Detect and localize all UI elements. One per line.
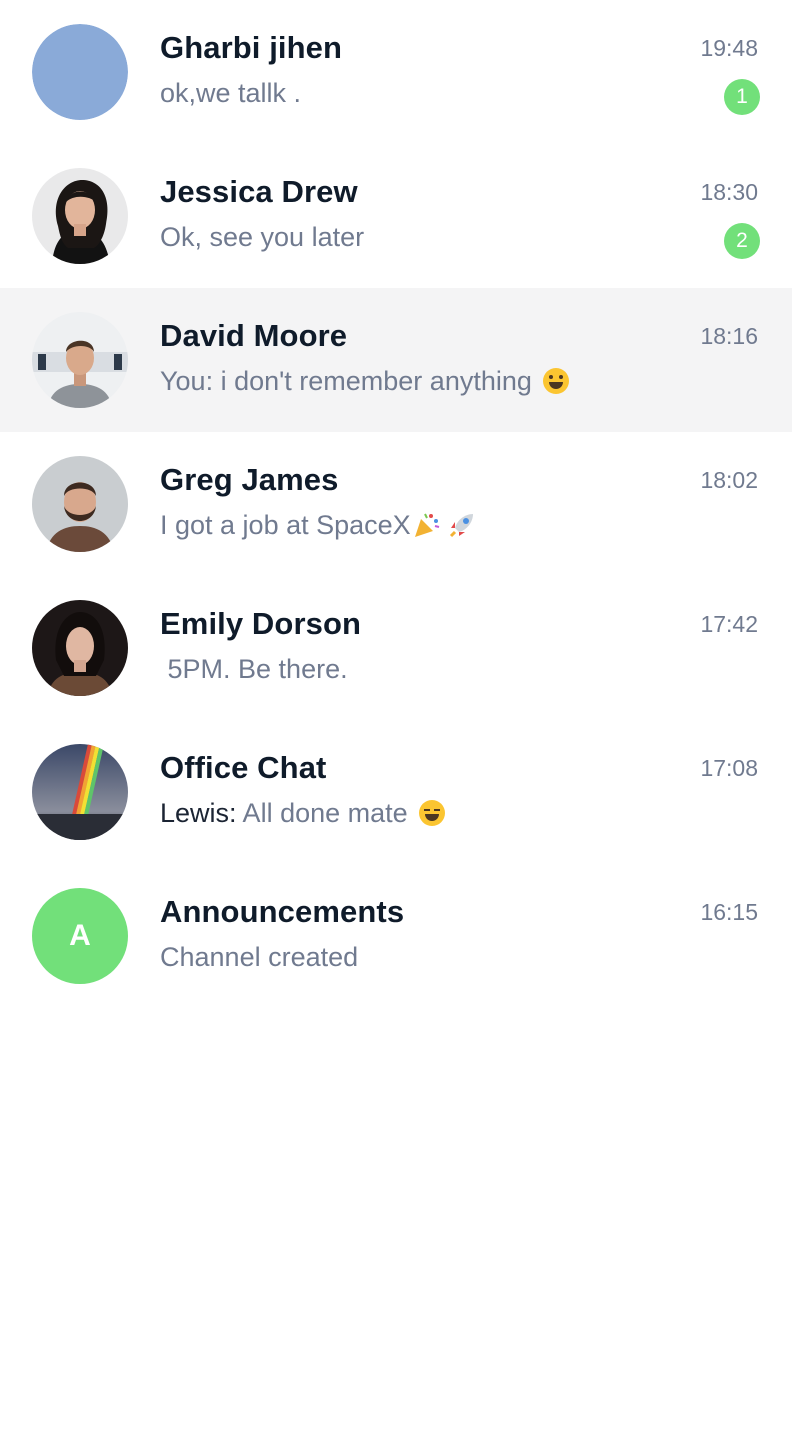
chat-name: David Moore [160,318,348,353]
chat-row-jessica-drew[interactable]: Jessica Drew Ok, see you later 18:30 2 [0,144,792,288]
chat-preview: You: i don't remember anything [160,366,570,397]
avatar: A [32,888,128,984]
chat-preview-text: All done mate [236,798,408,828]
chat-time: 18:16 [700,323,758,349]
person-photo-avatar-icon [32,168,128,264]
person-photo-avatar-icon [32,600,128,696]
avatar-letter: A [69,919,91,952]
chat-row-announcements[interactable]: A Announcements Channel created 16:15 [0,864,792,1008]
chat-preview: 5PM. Be there. [160,654,348,684]
chat-name: Emily Dorson [160,606,362,641]
chat-time: 17:42 [700,611,758,637]
chat-preview: Ok, see you later [160,222,365,252]
chat-time: 18:30 [700,179,758,205]
chat-preview-text: You: i don't remember anything [160,366,532,396]
chat-list: Gharbi jihen ok,we tallk . 19:48 1 Jessi… [0,0,792,1008]
chat-preview: Channel created [160,942,359,972]
unread-badge: 1 [724,79,760,115]
chat-time: 18:02 [700,467,758,493]
rocket-icon [441,510,477,540]
unread-badge: 2 [724,223,760,259]
chat-name: Announcements [160,894,405,929]
avatar [32,168,128,264]
chat-name: Jessica Drew [160,174,358,209]
chat-preview: I got a job at SpaceX [160,510,477,541]
chat-preview: Lewis: All done mate [160,798,446,829]
chat-row-office-chat[interactable]: Office Chat Lewis: All done mate 17:08 [0,720,792,864]
avatar [32,24,128,120]
person-photo-avatar-icon [32,312,128,408]
chat-name: Office Chat [160,750,327,785]
chat-row-greg-james[interactable]: Greg James I got a job at SpaceX 18:02 [0,432,792,576]
avatar [32,600,128,696]
avatar [32,744,128,840]
chat-preview: ok,we tallk . [160,78,302,108]
chat-name: Greg James [160,462,339,497]
placeholder-avatar-icon [32,24,128,120]
chat-time: 17:08 [700,755,758,781]
party-popper-icon [411,510,441,540]
chat-row-david-moore[interactable]: David Moore You: i don't remember anythi… [0,288,792,432]
squinting-face-icon [419,800,446,826]
grinning-face-icon [543,368,570,394]
chat-name: Gharbi jihen [160,30,343,65]
chat-row-gharbi-jihen[interactable]: Gharbi jihen ok,we tallk . 19:48 1 [0,0,792,144]
avatar [32,312,128,408]
chat-preview-sender: Lewis [160,798,230,828]
rainbow-photo-avatar-icon [32,744,128,840]
chat-preview-text: I got a job at SpaceX [160,510,411,540]
chat-time: 19:48 [700,35,758,61]
avatar [32,456,128,552]
chat-time: 16:15 [700,899,758,925]
person-photo-avatar-icon [32,456,128,552]
chat-row-emily-dorson[interactable]: Emily Dorson 5PM. Be there. 17:42 [0,576,792,720]
